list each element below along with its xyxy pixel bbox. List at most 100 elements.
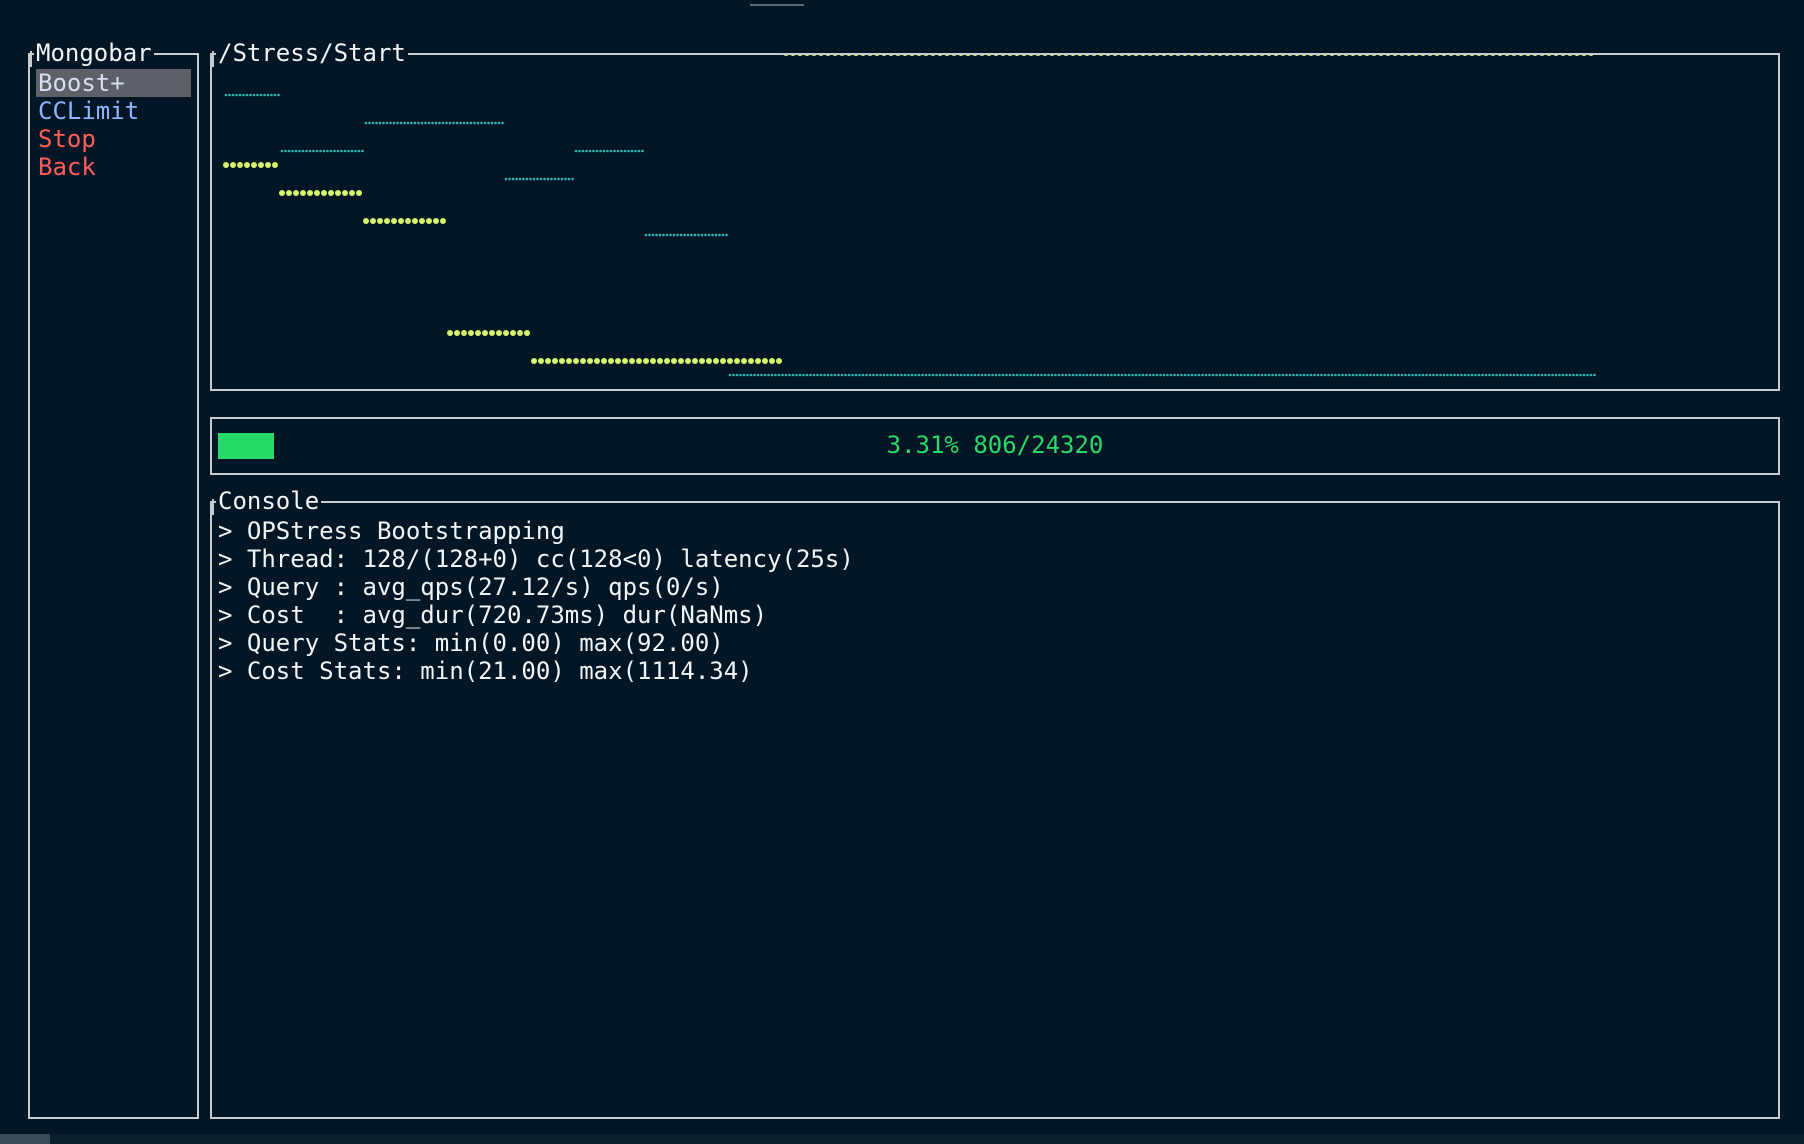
chart-point [1505,373,1509,377]
chart-point [734,358,740,364]
chart-point [448,121,452,125]
chart-point [573,358,579,364]
chart-point [231,93,235,97]
menu-item-boost[interactable]: Boost+ [36,69,191,97]
chart-point [893,373,896,377]
chart-point [1434,55,1440,56]
chart-point [650,358,656,364]
chart-point [1043,373,1047,377]
chart-point [1481,373,1484,377]
chart-point [916,55,922,56]
chart-point [718,233,721,237]
chart-point [1497,55,1503,56]
chart-point [781,373,784,377]
chart-point [1526,373,1530,377]
chart-point [825,55,831,56]
chart-point [1019,373,1022,377]
chart-point [1166,373,1169,377]
chart-point [1063,55,1069,56]
chart-point [230,162,236,168]
chart-point [1565,373,1568,377]
chart-point [1203,55,1209,56]
chart-point [427,121,431,125]
chart-point [1245,55,1251,56]
chart-point [1495,373,1498,377]
chart-point [347,149,350,153]
chart-point [1194,373,1197,377]
chart-point [1365,373,1369,377]
chart-point [833,373,837,377]
menu-item-stop[interactable]: Stop [36,125,191,153]
chart-point [357,149,361,153]
chart-point [1393,373,1397,377]
chart-point [1271,373,1274,377]
chart-point [1278,373,1281,377]
chart-point [707,233,711,237]
chart-point [1336,55,1342,56]
chart-point [1484,373,1488,377]
chart-point [356,190,362,196]
chart-point [945,373,949,377]
chart-point [1231,55,1237,56]
chart-point [1238,55,1244,56]
chart-point [284,149,287,153]
chart-point [1180,373,1183,377]
chart-point [559,358,565,364]
chart-point [1392,55,1398,56]
chart-point [1029,373,1033,377]
chart-point [308,149,312,153]
chart-point [678,358,684,364]
chart-point [391,218,397,224]
chart-point [1586,373,1589,377]
chart-point [984,373,987,377]
chart-point [1350,55,1356,56]
chart-point [1049,55,1055,56]
chart-point [518,177,522,181]
menu-item-cclimit[interactable]: CCLimit [36,97,191,125]
chart-point [858,373,861,377]
chart-point [258,162,264,168]
chart-point [1175,55,1181,56]
chart-point [1463,373,1467,377]
chart-point [637,149,641,153]
chart-point [923,55,929,56]
chart-point [286,190,292,196]
chart-point [903,373,907,377]
chart-point [1371,55,1377,56]
chart-point [1509,373,1512,377]
chart-point [1397,373,1400,377]
chart-point [1070,55,1076,56]
chart-point [251,162,257,168]
chart-point [550,177,553,181]
chart-point [298,149,301,153]
chart-point [868,373,872,377]
chart-point [651,233,655,237]
chart-point [1385,55,1391,56]
chart-point [826,373,830,377]
chart-point [532,177,536,181]
chart-point [1232,373,1236,377]
chart-point [1061,373,1064,377]
chart-point [580,358,586,364]
chart-point [1001,373,1005,377]
chart-point [1358,373,1362,377]
chart-point [763,373,767,377]
chart-point [1362,373,1365,377]
chart-point [1330,373,1334,377]
chart-point [1140,55,1146,56]
sidebar-menu: Mongobar Boost+ CCLimit Stop Back [28,39,199,1119]
chart-point [447,330,453,336]
chart-point [1446,373,1449,377]
chart-point [875,373,879,377]
chart-point [1159,373,1162,377]
chart-point [790,55,796,56]
chart-point [777,373,781,377]
chart-point [732,373,735,377]
menu-item-back[interactable]: Back [36,153,191,181]
chart-point [545,358,551,364]
chart-point [343,149,347,153]
chart-point [1112,55,1118,56]
chart-point [595,149,599,153]
chart-point [769,358,775,364]
chart-point [1455,55,1461,56]
